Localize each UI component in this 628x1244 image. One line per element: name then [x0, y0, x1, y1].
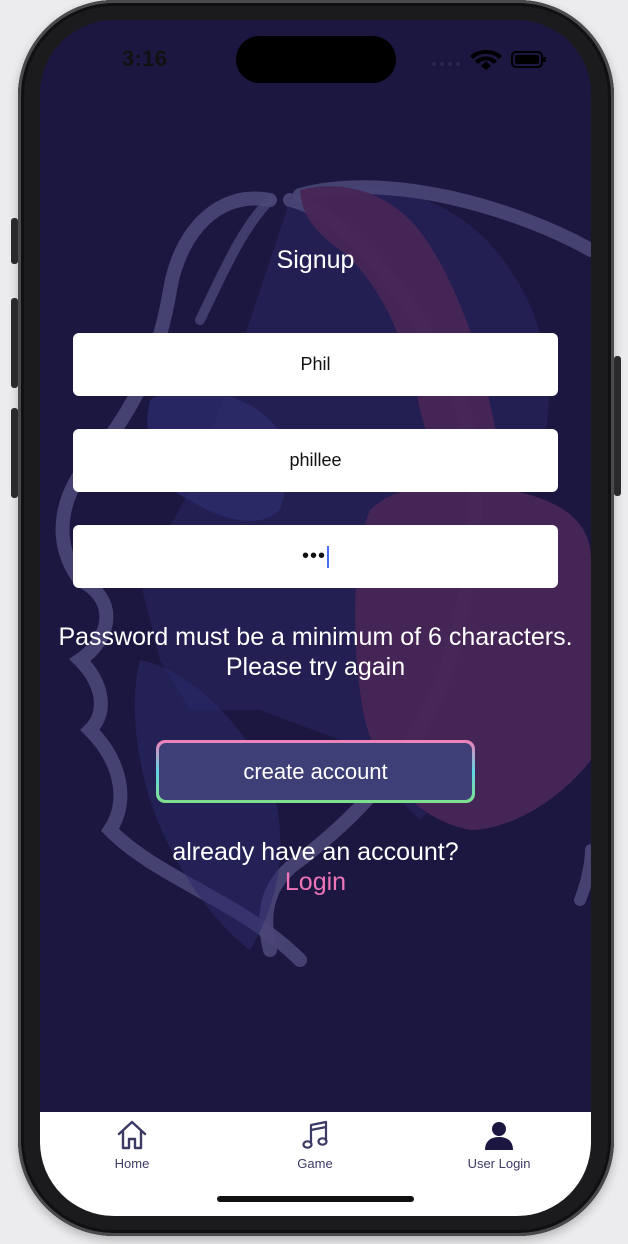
tab-home-label: Home [114, 1156, 150, 1171]
power-button [614, 356, 621, 496]
error-message-line2: Please try again [225, 653, 406, 681]
action-button [11, 218, 18, 264]
password-field[interactable]: ••• [73, 525, 558, 588]
error-message: Password must be a minimum of 6 characte… [40, 622, 591, 682]
login-link[interactable]: Login [40, 868, 591, 897]
signal-icon [432, 62, 460, 66]
text-caret [327, 545, 329, 568]
music-note-icon [302, 1120, 328, 1149]
create-account-button[interactable]: create account [156, 740, 475, 803]
home-indicator [217, 1196, 414, 1202]
password-field-value: ••• [301, 545, 326, 567]
volume-down-button [11, 408, 18, 498]
tab-home[interactable]: Home [72, 1118, 192, 1180]
create-account-button-label: create account [159, 743, 472, 800]
tab-user-login-label: User Login [467, 1156, 531, 1171]
name-field-value: Phil [300, 354, 331, 374]
user-icon [485, 1122, 513, 1150]
name-field[interactable]: Phil [73, 333, 558, 396]
wifi-icon [470, 50, 502, 70]
dynamic-island [236, 36, 396, 83]
status-time: 3:16 [122, 46, 168, 71]
tab-game-label: Game [297, 1156, 333, 1171]
username-field[interactable]: phillee [73, 429, 558, 492]
status-icons [432, 50, 546, 70]
error-message-line1: Password must be a minimum of 6 characte… [58, 623, 573, 651]
username-field-value: phillee [289, 450, 342, 470]
tab-user-login[interactable]: User Login [439, 1118, 559, 1180]
already-have-account-text: already have an account? [172, 838, 459, 866]
page-title: Signup [276, 246, 355, 274]
home-icon [117, 1120, 147, 1150]
tab-game[interactable]: Game [255, 1118, 375, 1180]
battery-icon [511, 51, 546, 68]
volume-up-button [11, 298, 18, 388]
app-screen: 3:16 Signup Phil phillee ••• Password mu… [40, 20, 591, 1216]
